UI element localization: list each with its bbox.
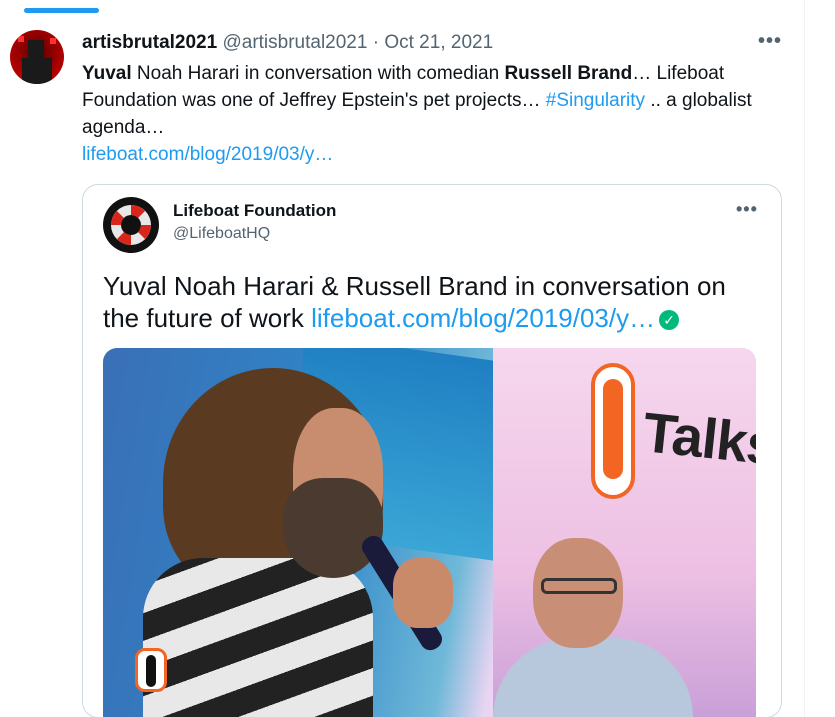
quoted-tweet-card[interactable]: Lifeboat Foundation @LifeboatHQ ••• Yuva… <box>82 184 782 717</box>
more-icon[interactable]: ••• <box>758 30 782 53</box>
lifeboat-logo[interactable] <box>103 197 159 253</box>
tweet-text-part: Noah Harari in conversation with comedia… <box>131 63 505 84</box>
author-name[interactable]: artisbrutal2021 <box>82 32 217 53</box>
tweet-link[interactable]: lifeboat.com/blog/2019/03/y… <box>82 144 333 165</box>
quoted-link[interactable]: lifeboat.com/blog/2019/03/y… <box>311 303 655 333</box>
hashtag-link[interactable]: #Singularity <box>546 90 645 111</box>
tweet-date[interactable]: Oct 21, 2021 <box>384 32 493 53</box>
author-handle[interactable]: @artisbrutal2021 <box>222 32 367 53</box>
quoted-photo[interactable]: Talks <box>103 348 756 717</box>
more-icon[interactable]: ••• <box>736 199 758 220</box>
tab-indicator <box>24 8 99 13</box>
tweet-text-bold-2: Russell Brand <box>504 63 633 84</box>
quoted-text: Yuval Noah Harari & Russell Brand in con… <box>103 270 763 334</box>
timeline-border <box>804 0 805 717</box>
penguin-logo <box>135 648 167 692</box>
quoted-author-handle[interactable]: @LifeboatHQ <box>173 225 270 243</box>
quoted-author-name[interactable]: Lifeboat Foundation <box>173 201 336 221</box>
avatar[interactable] <box>10 30 64 84</box>
penguin-logo <box>591 363 635 499</box>
tweet-text: Yuval Noah Harari in conversation with c… <box>82 60 787 168</box>
tweet-text-bold-1: Yuval <box>82 63 132 84</box>
separator: · <box>367 32 385 53</box>
verified-icon: ✓ <box>659 310 680 330</box>
speaker-right <box>493 538 693 717</box>
tweet-header: artisbrutal2021 @artisbrutal2021 · Oct 2… <box>82 31 493 55</box>
